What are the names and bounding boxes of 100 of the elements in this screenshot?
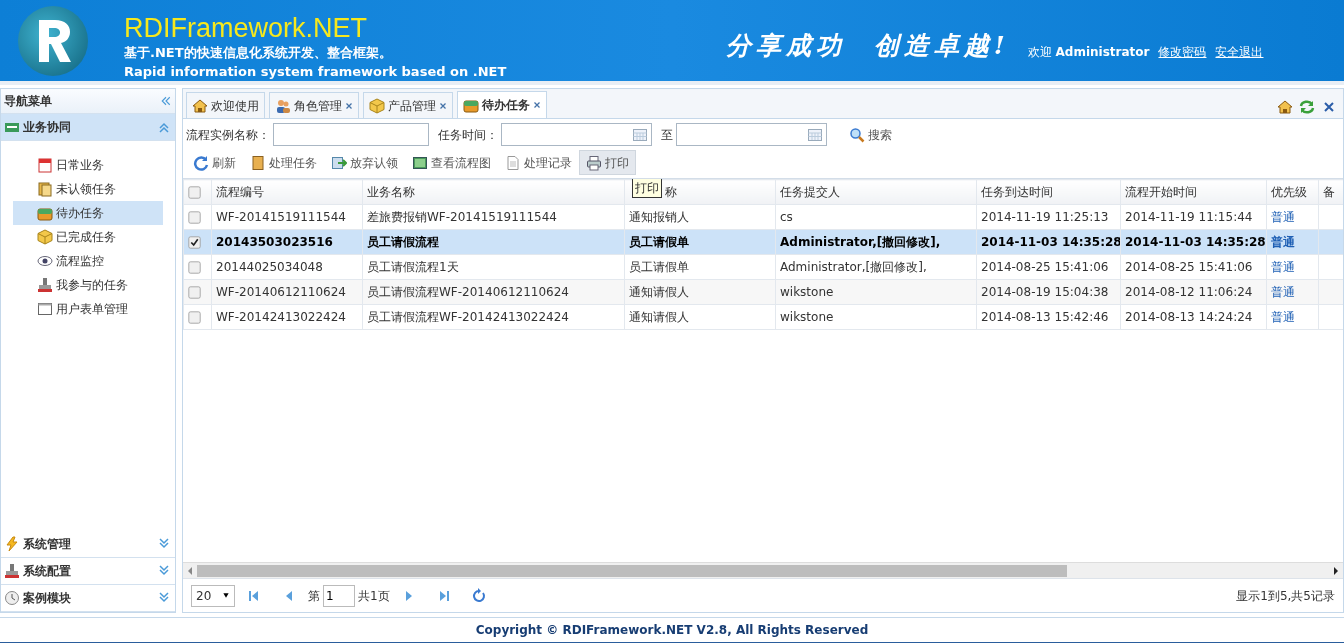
table-cell: wikstone bbox=[780, 310, 834, 324]
menu-item[interactable]: 日常业务 bbox=[13, 153, 163, 177]
calendar-icon bbox=[632, 126, 648, 143]
table-cell: 员工请假单 bbox=[629, 235, 689, 249]
collapse-icon[interactable] bbox=[160, 95, 172, 107]
checkbox[interactable] bbox=[188, 186, 201, 199]
menu-item[interactable]: 流程监控 bbox=[13, 249, 163, 273]
document-icon bbox=[250, 154, 266, 171]
table-cell: 差旅费报销WF-20141519111544 bbox=[367, 210, 557, 224]
table-cell: 员工请假流程WF-20140612110624 bbox=[367, 285, 569, 299]
field-label: 至 bbox=[661, 126, 673, 144]
case-icon bbox=[463, 97, 479, 113]
arrow-icon bbox=[331, 154, 347, 171]
eye-icon bbox=[37, 253, 53, 269]
table-cell: 2014-08-13 14:24:24 bbox=[1125, 310, 1253, 324]
column-header: 流程开始时间 bbox=[1120, 179, 1267, 205]
column-header: 备 bbox=[1318, 179, 1343, 205]
table-cell: 2014-08-19 15:04:38 bbox=[981, 285, 1109, 299]
header-link[interactable]: 修改密码 bbox=[1158, 42, 1207, 61]
table-cell: 2014-11-03 14:35:28 bbox=[1125, 235, 1266, 249]
menu-item[interactable]: 已完成任务 bbox=[13, 225, 163, 249]
menu-item[interactable]: 未认领任务 bbox=[13, 177, 163, 201]
tab[interactable]: 欢迎使用 bbox=[186, 92, 265, 118]
reload-icon[interactable] bbox=[470, 587, 487, 604]
table-cell: WF-20141519111544 bbox=[216, 210, 346, 224]
toolbar-button[interactable]: 处理记录 bbox=[498, 150, 579, 175]
table-cell: WF-20142413022424 bbox=[216, 310, 346, 324]
lightning-icon bbox=[4, 536, 20, 552]
toolbar-button[interactable]: 刷新 bbox=[186, 150, 243, 175]
stamp-icon bbox=[4, 563, 20, 579]
checkbox[interactable] bbox=[188, 236, 201, 249]
home-icon[interactable] bbox=[1277, 99, 1293, 115]
table-row[interactable]: 20144025034048 员工请假流程1天 员工请假单 Administrator,[撤回修改], 2014-08-25 15:41:06 2014-08-25 15:41:06 普通 bbox=[183, 254, 1343, 280]
toolbar-button[interactable]: 查看流程图 bbox=[405, 150, 498, 175]
horizontal-scrollbar[interactable] bbox=[183, 562, 1343, 578]
menu-group[interactable]: 业务协同 bbox=[1, 114, 175, 141]
checkbox[interactable] bbox=[188, 261, 201, 274]
menu-item[interactable]: 我参与的任务 bbox=[13, 273, 163, 297]
field-label: 流程实例名称： bbox=[186, 126, 270, 144]
calendar-icon bbox=[37, 157, 53, 173]
table-cell: 员工请假单 bbox=[629, 260, 689, 274]
menu-item[interactable]: 用户表单管理 bbox=[13, 297, 163, 321]
column-header: 业务名称 bbox=[362, 179, 625, 205]
checkbox[interactable] bbox=[188, 286, 201, 299]
table-cell: cs bbox=[780, 210, 793, 224]
table-row[interactable]: WF-20141519111544 差旅费报销WF-20141519111544 通知报销人 cs 2014-11-19 11:25:13 2014-11-19 11:15:44 普通 bbox=[183, 204, 1343, 230]
tooltip: 打印 bbox=[632, 179, 662, 198]
people-icon bbox=[275, 97, 291, 114]
table-cell: 员工请假流程WF-20142413022424 bbox=[367, 310, 569, 324]
scroll-right-icon[interactable] bbox=[1334, 566, 1338, 575]
refresh-icon[interactable] bbox=[1299, 99, 1315, 115]
scroll-left-icon[interactable] bbox=[188, 566, 192, 575]
clock-icon bbox=[4, 590, 20, 606]
table-cell: WF-20140612110624 bbox=[216, 285, 346, 299]
sidebar-title: 导航菜单 bbox=[4, 93, 52, 110]
tab[interactable]: 待办任务 bbox=[457, 91, 547, 118]
page-total: 共1页 bbox=[358, 587, 390, 605]
table-cell: 员工请假流程1天 bbox=[367, 260, 459, 274]
table-cell: Administrator,[撤回修改], bbox=[780, 260, 927, 274]
app-title: RDIFramework.NET bbox=[124, 14, 368, 42]
column-header: 优先级 bbox=[1266, 179, 1319, 205]
text-field[interactable] bbox=[273, 123, 429, 146]
table-cell: 2014-08-12 11:06:24 bbox=[1125, 285, 1253, 299]
tab[interactable]: 产品管理 bbox=[363, 92, 453, 118]
column-header: 任务到达时间 bbox=[976, 179, 1121, 205]
table-row[interactable]: WF-20142413022424 员工请假流程WF-20142413022424 通知请假人 wikstone 2014-08-13 15:42:46 2014-08-13 14:24:24 普通 bbox=[183, 304, 1343, 330]
search-button[interactable]: 搜索 bbox=[842, 122, 899, 147]
toolbar-button[interactable]: 处理任务 bbox=[243, 150, 324, 175]
toolbar-button[interactable]: 放弃认领 bbox=[324, 150, 405, 175]
document-icon bbox=[505, 154, 521, 171]
window-icon bbox=[37, 301, 53, 317]
search-icon bbox=[849, 126, 865, 143]
table-row[interactable]: WF-20140612110624 员工请假流程WF-20140612110624 通知请假人 wikstone 2014-08-19 15:04:38 2014-08-12 11:06:24 普通 bbox=[183, 279, 1343, 305]
date-field[interactable] bbox=[676, 123, 827, 146]
table-cell: 2014-11-19 11:15:44 bbox=[1125, 210, 1253, 224]
copyright-text: Copyright © RDIFramework.NET V2.8, All Rights Reserved bbox=[475, 622, 869, 639]
close-icon[interactable] bbox=[345, 101, 353, 110]
checkbox[interactable] bbox=[188, 311, 201, 324]
field-label: 任务时间： bbox=[438, 126, 498, 144]
table-cell: 员工请假流程 bbox=[367, 235, 439, 249]
printer-icon bbox=[586, 154, 602, 171]
tab[interactable]: 角色管理 bbox=[269, 92, 359, 118]
menu-item[interactable]: 待办任务 bbox=[13, 201, 163, 225]
toolbar-button[interactable]: 打印 bbox=[579, 150, 636, 175]
case-icon bbox=[37, 205, 53, 221]
date-field[interactable] bbox=[501, 123, 652, 146]
page-size-select[interactable]: 20 bbox=[191, 584, 235, 607]
table-cell: 20144025034048 bbox=[216, 260, 323, 274]
header-link[interactable]: 安全退出 bbox=[1215, 42, 1264, 61]
checkbox[interactable] bbox=[188, 211, 201, 224]
table-cell: 通知报销人 bbox=[629, 210, 689, 224]
close-icon[interactable] bbox=[439, 101, 447, 110]
table-cell: 2014-08-25 15:41:06 bbox=[981, 260, 1109, 274]
table-cell: Administrator,[撤回修改], bbox=[780, 235, 941, 249]
table-cell: wikstone bbox=[780, 285, 834, 299]
table-cell: 2014-08-13 15:42:46 bbox=[981, 310, 1109, 324]
caret-icon bbox=[222, 592, 230, 599]
page-input[interactable]: 1 bbox=[323, 584, 355, 607]
home-icon bbox=[192, 97, 208, 114]
close-icon[interactable] bbox=[533, 101, 541, 109]
